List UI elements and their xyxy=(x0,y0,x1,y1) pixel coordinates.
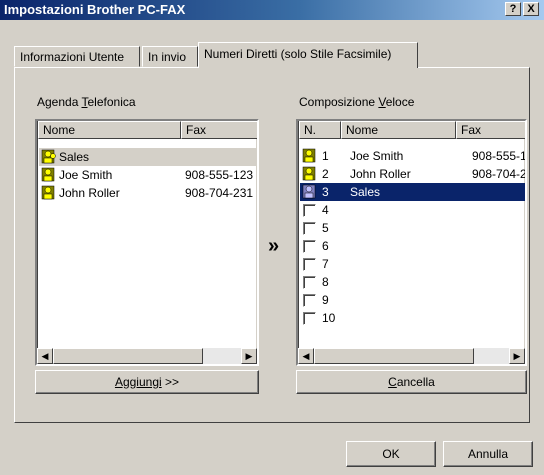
empty-slot-box xyxy=(303,204,316,217)
speed-hscrollbar[interactable]: ◀ ▶ xyxy=(298,348,525,364)
speed-dial-row[interactable]: 4 xyxy=(300,201,525,219)
speed-dial-row-fax: 908-555-1 xyxy=(472,149,527,163)
speed-dial-row-number: 4 xyxy=(322,203,329,217)
speed-dial-row[interactable]: 9 xyxy=(300,291,525,309)
speed-dial-row-number: 5 xyxy=(322,221,329,235)
agenda-row[interactable]: John Roller 908-704-231 xyxy=(39,184,257,202)
speed-dial-row-number: 2 xyxy=(322,167,329,181)
speed-dial-row-name: Sales xyxy=(350,185,381,199)
scroll-right-button[interactable]: ▶ xyxy=(509,348,525,364)
empty-slot-box xyxy=(303,312,316,325)
agenda-header-name[interactable]: Nome xyxy=(38,121,181,139)
speed-dial-row-number: 8 xyxy=(322,275,329,289)
tab-user-info[interactable]: Informazioni Utente xyxy=(14,46,140,67)
agenda-row[interactable]: Sales xyxy=(39,148,257,166)
help-glyph: ? xyxy=(509,3,517,15)
help-button[interactable]: ? xyxy=(505,2,521,16)
speed-dial-label: Composizione Veloce xyxy=(299,95,415,109)
speed-dial-row-name: Joe Smith xyxy=(350,149,404,163)
agenda-listbox[interactable]: Nome Fax Sales Joe Smith 908-555-123 Joh… xyxy=(35,119,259,366)
tab-user-info-label: Informazioni Utente xyxy=(20,50,125,64)
empty-slot-box xyxy=(303,258,316,271)
agenda-hscrollbar[interactable]: ◀ ▶ xyxy=(37,348,257,364)
speed-dial-row[interactable]: 7 xyxy=(300,255,525,273)
contact-icon xyxy=(302,166,316,181)
contact-icon xyxy=(41,167,55,182)
agenda-row-name: Joe Smith xyxy=(59,168,113,182)
speed-dial-row-number: 7 xyxy=(322,257,329,271)
agenda-label: Agenda Telefonica xyxy=(37,95,136,109)
scroll-left-button[interactable]: ◀ xyxy=(37,348,53,364)
scroll-thumb[interactable] xyxy=(314,348,474,364)
cancel-button[interactable]: Annulla xyxy=(443,441,533,467)
pcfax-settings-dialog: Impostazioni Brother PC-FAX ? X Informaz… xyxy=(0,0,544,475)
empty-slot-box xyxy=(303,240,316,253)
speed-dial-row[interactable]: 8 xyxy=(300,273,525,291)
speed-header-name[interactable]: Nome xyxy=(341,121,456,139)
tab-speed-dial[interactable]: Numeri Diretti (solo Stile Facsimile) xyxy=(198,42,418,68)
speed-dial-row-name: John Roller xyxy=(350,167,411,181)
tab-sending[interactable]: In invio xyxy=(142,46,198,67)
speed-dial-row[interactable]: 10 xyxy=(300,309,525,327)
scroll-left-button[interactable]: ◀ xyxy=(298,348,314,364)
agenda-row-name: Sales xyxy=(59,150,90,164)
empty-slot-box xyxy=(303,294,316,307)
add-button[interactable]: Aggiungi >> xyxy=(35,370,259,394)
speed-dial-row-number: 1 xyxy=(322,149,329,163)
agenda-row[interactable]: Joe Smith 908-555-123 xyxy=(39,166,257,184)
speed-dial-row[interactable]: 5 xyxy=(300,219,525,237)
scroll-thumb[interactable] xyxy=(53,348,203,364)
close-button[interactable]: X xyxy=(523,2,539,16)
speed-dial-row-number: 9 xyxy=(322,293,329,307)
speed-dial-row-number: 10 xyxy=(322,311,336,325)
empty-slot-box xyxy=(303,222,316,235)
speed-header-fax[interactable]: Fax xyxy=(456,121,525,139)
speed-dial-row[interactable]: 1 Joe Smith 908-555-1 xyxy=(300,147,525,165)
empty-slot-box xyxy=(303,276,316,289)
tab-sending-label: In invio xyxy=(148,50,187,64)
window-title: Impostazioni Brother PC-FAX xyxy=(4,2,186,17)
agenda-row-fax: 908-555-123 xyxy=(185,168,254,182)
contact-icon xyxy=(302,148,316,163)
close-glyph: X xyxy=(527,3,535,15)
agenda-header-fax[interactable]: Fax xyxy=(181,121,257,139)
speed-dial-row-number: 3 xyxy=(322,185,329,199)
speed-dial-row[interactable]: 3 Sales xyxy=(300,183,525,201)
ok-button[interactable]: OK xyxy=(346,441,436,467)
speed-dial-listbox[interactable]: N. Nome Fax 1 Joe Smith 908-555-1 2 John Rol… xyxy=(296,119,527,366)
agenda-row-name: John Roller xyxy=(59,186,120,200)
delete-button[interactable]: Cancella xyxy=(296,370,527,394)
contact-icon xyxy=(41,185,55,200)
transfer-arrow-icon: » xyxy=(268,235,280,257)
agenda-row-fax: 908-704-231 xyxy=(185,186,254,200)
scroll-right-button[interactable]: ▶ xyxy=(241,348,257,364)
speed-dial-row-fax: 908-704-2 xyxy=(472,167,527,181)
speed-dial-row[interactable]: 6 xyxy=(300,237,525,255)
contact-icon xyxy=(302,184,316,199)
title-bar: Impostazioni Brother PC-FAX ? X xyxy=(0,0,544,20)
speed-dial-row-number: 6 xyxy=(322,239,329,253)
speed-header-no[interactable]: N. xyxy=(299,121,341,139)
tab-speed-dial-label: Numeri Diretti (solo Stile Facsimile) xyxy=(204,47,392,61)
contact-group-icon xyxy=(41,149,56,164)
speed-dial-row[interactable]: 2 John Roller 908-704-2 xyxy=(300,165,525,183)
